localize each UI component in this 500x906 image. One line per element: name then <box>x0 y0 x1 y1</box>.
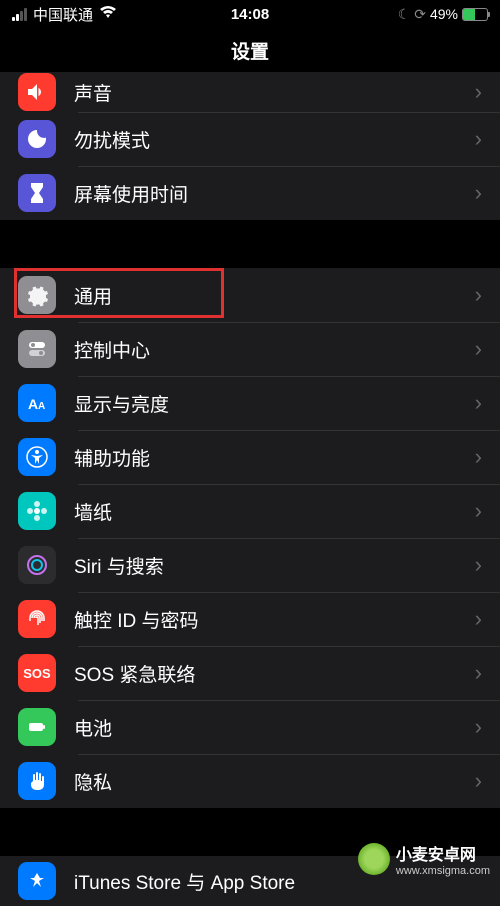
watermark: 小麦安卓网 www.xmsigma.com <box>358 841 490 877</box>
row-label: 辅助功能 <box>74 444 475 471</box>
row-general[interactable]: 通用 › <box>0 268 500 322</box>
chevron-right-icon: › <box>475 498 482 524</box>
row-touchid[interactable]: 触控 ID 与密码 › <box>0 592 500 646</box>
gear-icon <box>18 276 56 314</box>
chevron-right-icon: › <box>475 282 482 308</box>
chevron-right-icon: › <box>475 79 482 105</box>
row-screentime[interactable]: 屏幕使用时间 › <box>0 166 500 220</box>
accessibility-icon <box>18 438 56 476</box>
row-privacy[interactable]: 隐私 › <box>0 754 500 808</box>
row-label: 触控 ID 与密码 <box>74 606 475 633</box>
sound-icon <box>18 73 56 111</box>
hand-icon <box>18 762 56 800</box>
battery-icon <box>18 708 56 746</box>
settings-group-2: 通用 › 控制中心 › AA 显示与亮度 › 辅助功能 › 墙纸 › Siri … <box>0 268 500 808</box>
sos-icon: SOS <box>18 654 56 692</box>
row-wallpaper[interactable]: 墙纸 › <box>0 484 500 538</box>
chevron-right-icon: › <box>475 180 482 206</box>
chevron-right-icon: › <box>475 390 482 416</box>
fingerprint-icon <box>18 600 56 638</box>
row-siri[interactable]: Siri 与搜索 › <box>0 538 500 592</box>
chevron-right-icon: › <box>475 444 482 470</box>
chevron-right-icon: › <box>475 768 482 794</box>
lock-rotation-icon: ⟳ <box>414 6 426 23</box>
watermark-title: 小麦安卓网 <box>396 847 476 864</box>
row-sound[interactable]: 声音 › <box>0 72 500 112</box>
siri-icon <box>18 546 56 584</box>
row-label: Siri 与搜索 <box>74 552 475 579</box>
chevron-right-icon: › <box>475 336 482 362</box>
moon-icon <box>18 120 56 158</box>
row-sos[interactable]: SOS SOS 紧急联络 › <box>0 646 500 700</box>
row-accessibility[interactable]: 辅助功能 › <box>0 430 500 484</box>
chevron-right-icon: › <box>475 606 482 632</box>
row-label: 声音 <box>74 79 475 106</box>
status-right: ☾ ⟳ 49% <box>329 6 488 23</box>
row-dnd[interactable]: 勿扰模式 › <box>0 112 500 166</box>
status-time: 14:08 <box>171 6 330 23</box>
chevron-right-icon: › <box>475 660 482 686</box>
watermark-url: www.xmsigma.com <box>396 865 490 877</box>
svg-text:A: A <box>28 396 38 412</box>
row-label: 勿扰模式 <box>74 126 475 153</box>
status-left: 中国联通 <box>12 4 171 25</box>
wifi-icon <box>99 5 117 23</box>
row-battery[interactable]: 电池 › <box>0 700 500 754</box>
page-title: 设置 <box>0 28 500 72</box>
group-gap <box>0 220 500 268</box>
row-label: 控制中心 <box>74 336 475 363</box>
chevron-right-icon: › <box>475 552 482 578</box>
row-label: SOS 紧急联络 <box>74 660 475 687</box>
appstore-icon <box>18 862 56 900</box>
text-size-icon: AA <box>18 384 56 422</box>
row-label: 通用 <box>74 282 475 309</box>
battery-pct: 49% <box>430 6 458 22</box>
watermark-icon <box>358 843 390 875</box>
carrier-label: 中国联通 <box>33 4 93 25</box>
chevron-right-icon: › <box>475 126 482 152</box>
row-display[interactable]: AA 显示与亮度 › <box>0 376 500 430</box>
moon-icon: ☾ <box>398 6 411 23</box>
row-label: 电池 <box>74 714 475 741</box>
status-bar: 中国联通 14:08 ☾ ⟳ 49% <box>0 0 500 28</box>
battery-icon <box>462 8 488 21</box>
row-label: 隐私 <box>74 768 475 795</box>
row-label: 墙纸 <box>74 498 475 525</box>
row-label: 显示与亮度 <box>74 390 475 417</box>
switch-icon <box>18 330 56 368</box>
row-control-center[interactable]: 控制中心 › <box>0 322 500 376</box>
svg-text:A: A <box>38 401 45 412</box>
settings-group-1: 声音 › 勿扰模式 › 屏幕使用时间 › <box>0 72 500 220</box>
signal-icon <box>12 8 27 21</box>
flower-icon <box>18 492 56 530</box>
chevron-right-icon: › <box>475 714 482 740</box>
hourglass-icon <box>18 174 56 212</box>
row-label: 屏幕使用时间 <box>74 180 475 207</box>
